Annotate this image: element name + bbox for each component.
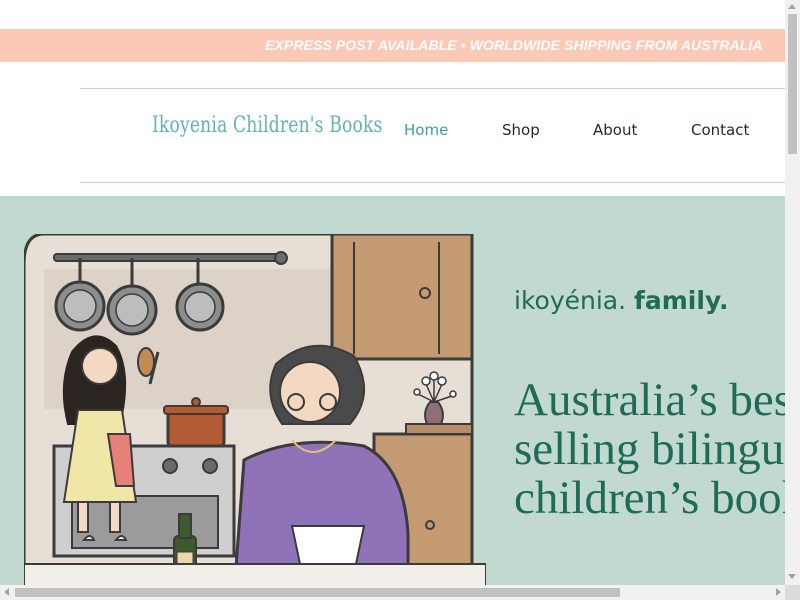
horizontal-scroll-thumb[interactable] [15,588,620,597]
nav-shop-link[interactable]: Shop [502,121,540,139]
scroll-right-arrow-icon[interactable] [776,588,781,596]
tagline-light: ikoyénia. [514,286,627,315]
header-divider-bottom [80,182,785,183]
headline-line: Australia’s best [514,374,785,426]
vertical-scroll-thumb[interactable] [788,14,797,154]
nav-contact-link[interactable]: Contact [691,121,749,139]
shipping-banner: EXPRESS POST AVAILABLE • WORLDWIDE SHIPP… [0,29,785,62]
vertical-scrollbar[interactable] [785,0,800,585]
scrollbar-corner [785,585,800,600]
site-logo[interactable]: Ikoyenia Children's Books [152,113,383,138]
headline-line: children’s books [514,472,785,524]
hero-headline: Australia’s best selling bilingual child… [514,376,785,523]
header-divider-top [80,88,785,89]
scroll-down-arrow-icon[interactable] [788,574,796,579]
horizontal-scrollbar[interactable] [0,585,785,600]
banner-text: EXPRESS POST AVAILABLE • WORLDWIDE SHIPP… [265,37,763,53]
nav-about-link[interactable]: About [593,121,637,139]
nav-home-link[interactable]: Home [404,121,448,139]
scroll-left-arrow-icon[interactable] [4,588,9,596]
page: EXPRESS POST AVAILABLE • WORLDWIDE SHIPP… [0,0,785,585]
tagline-bold: family. [634,286,729,315]
headline-line: selling bilingual [514,423,785,475]
scroll-up-arrow-icon[interactable] [788,4,796,9]
hero-section: ikoyénia. family. Australia’s best selli… [0,196,785,585]
hero-tagline: ikoyénia. family. [514,286,728,315]
kitchen-illustration [24,234,486,585]
